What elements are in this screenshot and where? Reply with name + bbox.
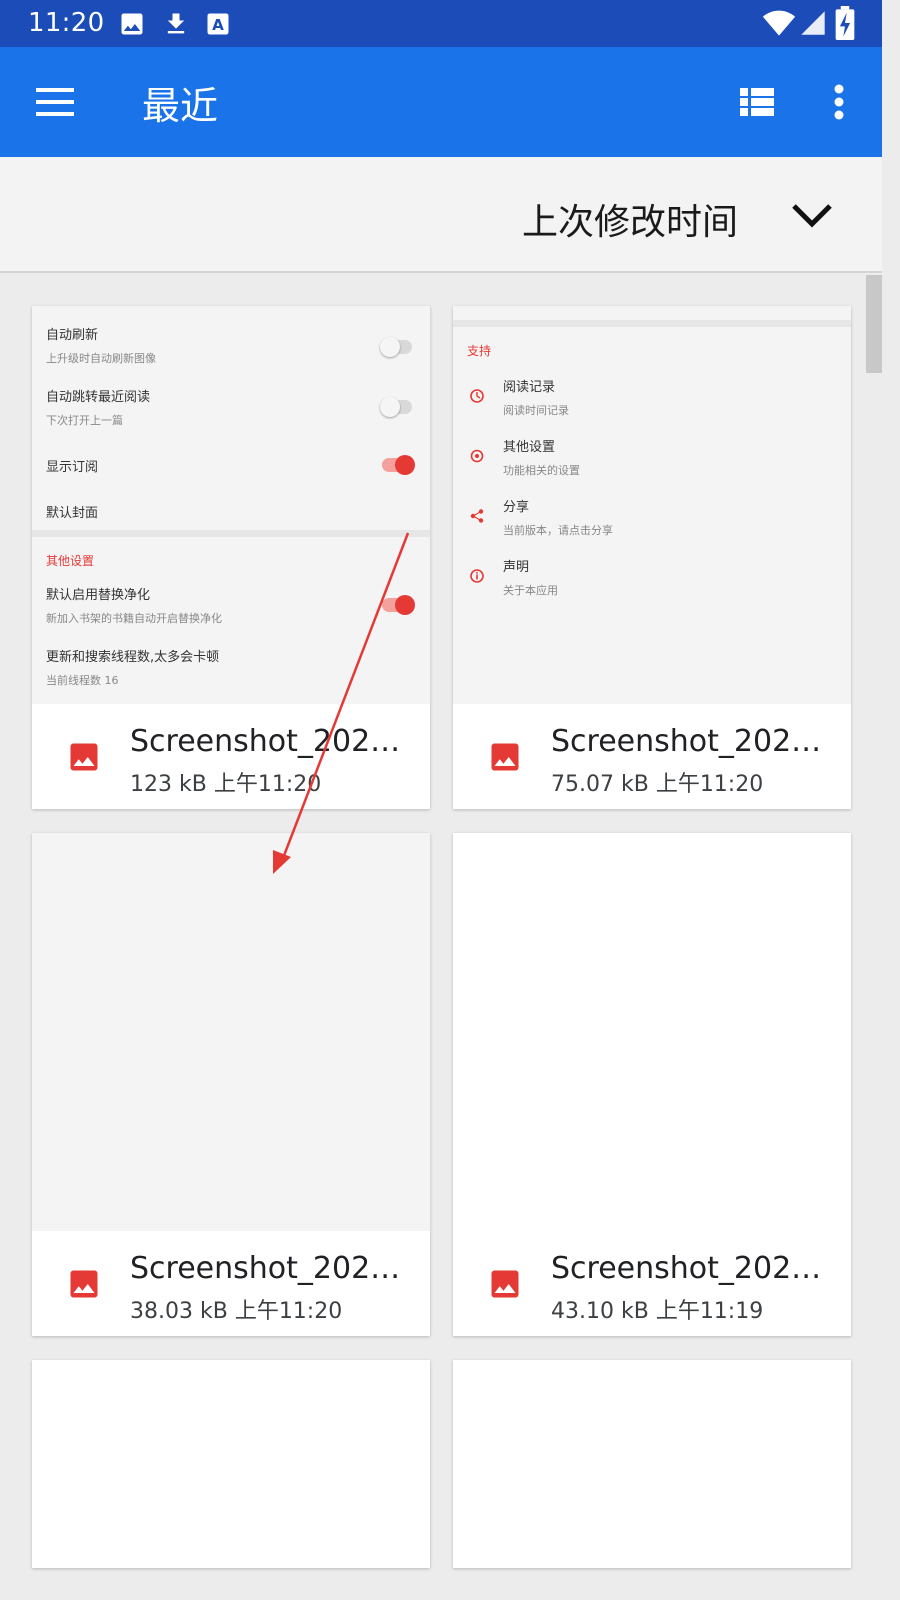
thumb-toggle-on [382, 595, 415, 615]
file-info: Screenshot_2025… 43.10 kB 上午11:19 [453, 1231, 851, 1336]
file-card[interactable]: Screenshot_2025… 38.03 kB 上午11:20 [32, 833, 430, 1336]
file-time: 上午11:20 [213, 772, 322, 797]
file-card[interactable]: 支持 阅读记录 阅读时间记录 其他设置 功能相关的设置 分享 当前版本，请点击分… [453, 306, 851, 809]
status-bar: 11:20 A [0, 0, 882, 47]
thumb-text: 当前版本，请点击分享 [503, 524, 613, 537]
file-thumbnail [32, 1360, 430, 1568]
app-bar: 最近 [0, 47, 882, 157]
file-grid: 自动刷新 上升级时自动刷新图像 自动跳转最近阅读 下次打开上一篇 显示订阅 默认… [0, 275, 882, 1568]
file-card[interactable] [32, 1360, 430, 1568]
image-file-icon [491, 743, 519, 771]
thumb-text: 阅读记录 [503, 380, 556, 395]
thumb-text: 其他设置 [503, 440, 556, 455]
file-meta: 43.10 kB 上午11:19 [551, 1293, 763, 1325]
sort-label[interactable]: 上次修改时间 [522, 193, 738, 245]
list-view-icon [740, 88, 774, 116]
view-toggle-button[interactable] [734, 79, 780, 125]
file-card[interactable] [453, 1360, 851, 1568]
file-size: 38.03 kB [130, 1299, 228, 1324]
file-size: 75.07 kB [551, 772, 649, 797]
file-thumbnail: 支持 阅读记录 阅读时间记录 其他设置 功能相关的设置 分享 当前版本，请点击分… [453, 306, 851, 704]
thumb-text: 当前线程数 16 [46, 674, 119, 687]
file-name: Screenshot_2025… [130, 724, 402, 759]
settings-icon [470, 449, 484, 463]
file-size: 123 kB [130, 772, 207, 797]
share-icon [470, 509, 484, 523]
more-vert-icon [834, 84, 844, 120]
menu-button[interactable] [26, 79, 84, 125]
file-time: 上午11:20 [234, 1299, 343, 1324]
file-info: Screenshot_2025… 123 kB 上午11:20 [32, 704, 430, 809]
thumb-text: 上升级时自动刷新图像 [46, 352, 156, 365]
file-thumbnail: 自动刷新 上升级时自动刷新图像 自动跳转最近阅读 下次打开上一篇 显示订阅 默认… [32, 306, 430, 704]
thumb-text: 默认启用替换净化 [46, 588, 151, 603]
file-time: 上午11:19 [655, 1299, 764, 1324]
file-size: 43.10 kB [551, 1299, 649, 1324]
file-name: Screenshot_2025… [130, 1251, 402, 1286]
thumb-text: 自动跳转最近阅读 [46, 390, 151, 405]
status-time: 11:20 [28, 8, 105, 38]
file-meta: 123 kB 上午11:20 [130, 766, 321, 798]
thumb-toggle-off [380, 337, 412, 357]
file-name: Screenshot_2025… [551, 1251, 823, 1286]
thumb-text: 新加入书架的书籍自动开启替换净化 [46, 612, 222, 625]
image-file-icon [70, 743, 98, 771]
thumb-section: 其他设置 [46, 554, 95, 568]
page-title: 最近 [142, 84, 219, 128]
thumb-text: 自动刷新 [46, 328, 99, 343]
thumb-text: 功能相关的设置 [503, 464, 580, 477]
file-thumbnail [453, 833, 851, 1231]
thumb-divider [453, 320, 851, 327]
thumb-section: 支持 [467, 344, 492, 358]
thumb-toggle-off [380, 397, 412, 417]
thumb-text: 声明 [503, 560, 530, 575]
svg-text:A: A [212, 16, 224, 34]
download-icon [167, 13, 185, 34]
signal-icon [801, 11, 825, 35]
image-file-icon [491, 1270, 519, 1298]
history-icon [470, 389, 484, 403]
wifi-icon [762, 10, 796, 36]
battery-charging-icon [835, 6, 855, 40]
scrollbar[interactable] [866, 275, 882, 373]
thumb-text: 显示订阅 [46, 460, 99, 475]
file-meta: 38.03 kB 上午11:20 [130, 1293, 342, 1325]
file-info: Screenshot_2025… 75.07 kB 上午11:20 [453, 704, 851, 809]
thumb-text: 更新和搜索线程数,太多会卡顿 [46, 650, 220, 665]
image-icon [121, 13, 143, 35]
info-icon [470, 569, 484, 583]
thumb-text: 关于本应用 [503, 584, 558, 597]
file-name: Screenshot_2025… [551, 724, 823, 759]
file-meta: 75.07 kB 上午11:20 [551, 766, 763, 798]
file-card[interactable]: Screenshot_2025… 43.10 kB 上午11:19 [453, 833, 851, 1336]
thumb-text: 阅读时间记录 [503, 404, 569, 417]
file-thumbnail [453, 1360, 851, 1568]
chevron-down-icon[interactable] [786, 196, 838, 236]
sort-bar[interactable]: 上次修改时间 [0, 157, 882, 273]
thumb-divider [32, 530, 430, 537]
thumb-toggle-on [382, 455, 415, 475]
thumb-text: 默认封面 [46, 506, 99, 521]
file-time: 上午11:20 [655, 772, 764, 797]
file-thumbnail [32, 833, 430, 1231]
file-card[interactable]: 自动刷新 上升级时自动刷新图像 自动跳转最近阅读 下次打开上一篇 显示订阅 默认… [32, 306, 430, 809]
keyboard-a-icon: A [207, 13, 229, 35]
file-info: Screenshot_2025… 38.03 kB 上午11:20 [32, 1231, 430, 1336]
thumb-text: 下次打开上一篇 [46, 414, 123, 427]
image-file-icon [70, 1270, 98, 1298]
more-options-button[interactable] [818, 77, 860, 127]
hamburger-menu-icon [36, 88, 74, 116]
thumb-text: 分享 [503, 500, 530, 515]
